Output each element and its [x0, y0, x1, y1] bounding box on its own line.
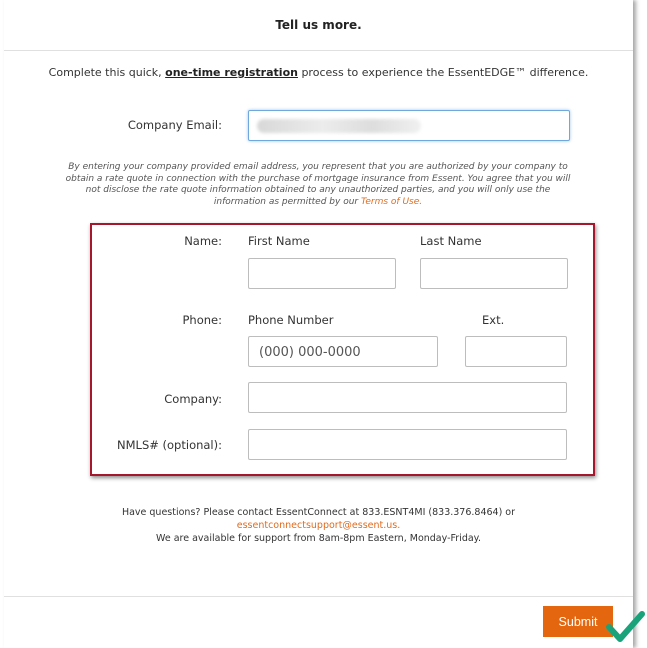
nmls-input[interactable] — [248, 429, 567, 460]
submit-button[interactable]: Submit — [543, 606, 613, 637]
email-value-redacted — [257, 119, 421, 133]
registration-panel: Tell us more. Complete this quick, one-t… — [4, 0, 633, 648]
last-name-input[interactable] — [420, 258, 568, 289]
nmls-label: NMLS# (optional): — [117, 438, 222, 452]
header: Tell us more. — [4, 0, 633, 51]
intro-text: Complete this quick, one-time registrati… — [4, 66, 633, 79]
intro-suffix: process to experience the EssentEDGE™ di… — [297, 66, 589, 79]
first-name-label: First Name — [248, 234, 310, 248]
registration-link[interactable]: one-time registration — [165, 66, 298, 79]
last-name-label: Last Name — [420, 234, 482, 248]
company-input[interactable] — [248, 382, 567, 413]
page-title: Tell us more. — [275, 18, 362, 32]
company-email-input[interactable] — [248, 110, 570, 141]
phone-placeholder: (000) 000-0000 — [259, 345, 361, 360]
phone-label: Phone: — [182, 313, 223, 327]
phone-number-input[interactable]: (000) 000-0000 — [248, 336, 438, 367]
company-email-label: Company Email: — [127, 118, 222, 132]
support-line-1: Have questions? Please contact EssentCon… — [121, 507, 516, 518]
disclaimer-text: By entering your company provided email … — [65, 162, 571, 207]
support-hours: We are available for support from 8am-8p… — [156, 533, 481, 544]
first-name-input[interactable] — [248, 258, 396, 289]
terms-of-use-link[interactable]: Terms of Use. — [361, 197, 422, 207]
check-icon — [606, 611, 645, 642]
ext-label: Ext. — [482, 313, 505, 327]
phone-ext-input[interactable] — [465, 336, 567, 367]
footer-divider — [4, 596, 633, 597]
phone-number-label: Phone Number — [248, 313, 334, 327]
company-label: Company: — [164, 392, 222, 406]
support-info: Have questions? Please contact EssentCon… — [4, 506, 633, 545]
support-email-link[interactable]: essentconnectsupport@essent.us. — [4, 519, 633, 532]
name-label: Name: — [184, 234, 222, 248]
disclaimer: By entering your company provided email … — [64, 162, 572, 208]
intro-prefix: Complete this quick, — [48, 66, 166, 79]
